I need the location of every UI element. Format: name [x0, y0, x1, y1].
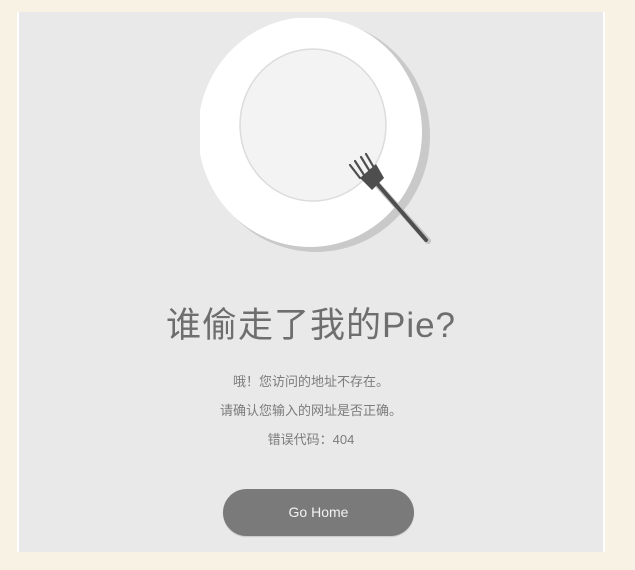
error-message-not-found: 哦！您访问的地址不存在。	[232, 374, 389, 389]
error-page-panel: 谁偷走了我的Pie? 哦！您访问的地址不存在。 请确认您输入的网址是否正确。 错…	[17, 12, 605, 552]
error-code: 错误代码：404	[267, 432, 355, 447]
go-home-button[interactable]: Go Home	[223, 489, 414, 536]
error-message-check-url: 请确认您输入的网址是否正确。	[219, 403, 402, 418]
error-title: 谁偷走了我的Pie?	[165, 306, 457, 345]
plate-icon	[200, 18, 470, 268]
